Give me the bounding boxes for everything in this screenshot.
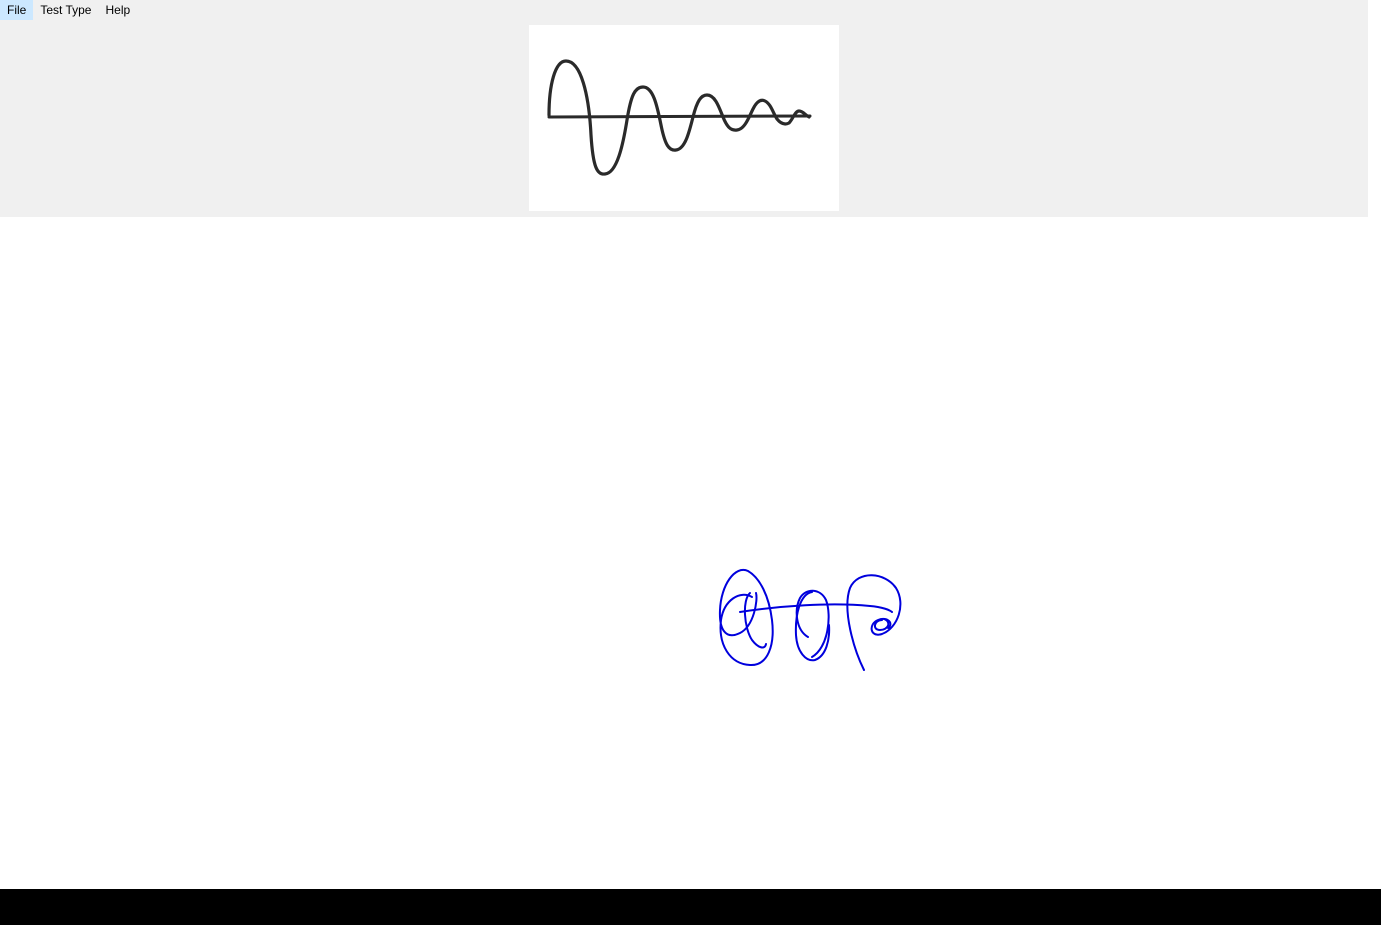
window-edge <box>1368 0 1381 889</box>
handwritten-scribble <box>718 568 902 671</box>
menu-bar: File Test Type Help <box>0 0 137 20</box>
menu-test-type[interactable]: Test Type <box>33 0 98 20</box>
drawing-canvas[interactable] <box>0 217 1368 889</box>
menu-file[interactable]: File <box>0 0 34 20</box>
reference-image <box>529 25 839 211</box>
menu-help[interactable]: Help <box>98 0 137 20</box>
damped-sine-wave-icon <box>547 59 812 176</box>
taskbar-area <box>0 889 1381 925</box>
app-window: File Test Type Help <box>0 0 1368 889</box>
reference-panel: File Test Type Help <box>0 0 1368 217</box>
